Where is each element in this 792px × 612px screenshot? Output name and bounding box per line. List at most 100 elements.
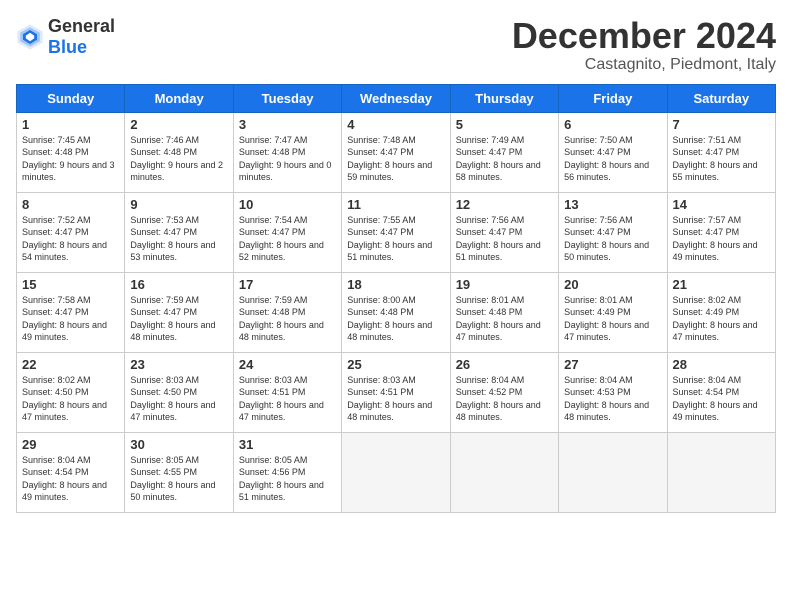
day-number: 18 (347, 277, 444, 292)
table-row: 10 Sunrise: 7:54 AM Sunset: 4:47 PM Dayl… (233, 192, 341, 272)
title-block: December 2024 Castagnito, Piedmont, Ital… (512, 16, 776, 74)
day-info: Sunrise: 8:03 AM Sunset: 4:51 PM Dayligh… (239, 374, 336, 424)
day-info: Sunrise: 7:58 AM Sunset: 4:47 PM Dayligh… (22, 294, 119, 344)
day-info: Sunrise: 8:04 AM Sunset: 4:54 PM Dayligh… (22, 454, 119, 504)
day-number: 1 (22, 117, 119, 132)
day-info: Sunrise: 7:45 AM Sunset: 4:48 PM Dayligh… (22, 134, 119, 184)
day-number: 30 (130, 437, 227, 452)
logo-general-text: General (48, 16, 115, 36)
day-info: Sunrise: 7:55 AM Sunset: 4:47 PM Dayligh… (347, 214, 444, 264)
day-info: Sunrise: 8:02 AM Sunset: 4:50 PM Dayligh… (22, 374, 119, 424)
table-row (667, 432, 775, 512)
day-info: Sunrise: 8:04 AM Sunset: 4:53 PM Dayligh… (564, 374, 661, 424)
day-info: Sunrise: 7:51 AM Sunset: 4:47 PM Dayligh… (673, 134, 770, 184)
table-row: 7 Sunrise: 7:51 AM Sunset: 4:47 PM Dayli… (667, 112, 775, 192)
day-info: Sunrise: 7:53 AM Sunset: 4:47 PM Dayligh… (130, 214, 227, 264)
day-info: Sunrise: 7:50 AM Sunset: 4:47 PM Dayligh… (564, 134, 661, 184)
day-number: 25 (347, 357, 444, 372)
day-number: 10 (239, 197, 336, 212)
table-row: 22 Sunrise: 8:02 AM Sunset: 4:50 PM Dayl… (17, 352, 125, 432)
day-info: Sunrise: 7:56 AM Sunset: 4:47 PM Dayligh… (456, 214, 553, 264)
table-row: 5 Sunrise: 7:49 AM Sunset: 4:47 PM Dayli… (450, 112, 558, 192)
day-number: 23 (130, 357, 227, 372)
table-row: 19 Sunrise: 8:01 AM Sunset: 4:48 PM Dayl… (450, 272, 558, 352)
location-text: Castagnito, Piedmont, Italy (512, 56, 776, 74)
day-number: 7 (673, 117, 770, 132)
day-info: Sunrise: 8:01 AM Sunset: 4:48 PM Dayligh… (456, 294, 553, 344)
logo: General Blue (16, 16, 115, 58)
table-row: 27 Sunrise: 8:04 AM Sunset: 4:53 PM Dayl… (559, 352, 667, 432)
day-number: 9 (130, 197, 227, 212)
day-number: 29 (22, 437, 119, 452)
table-row: 3 Sunrise: 7:47 AM Sunset: 4:48 PM Dayli… (233, 112, 341, 192)
table-row: 4 Sunrise: 7:48 AM Sunset: 4:47 PM Dayli… (342, 112, 450, 192)
day-info: Sunrise: 7:56 AM Sunset: 4:47 PM Dayligh… (564, 214, 661, 264)
day-number: 31 (239, 437, 336, 452)
day-number: 11 (347, 197, 444, 212)
calendar-week-row: 29 Sunrise: 8:04 AM Sunset: 4:54 PM Dayl… (17, 432, 776, 512)
month-title: December 2024 (512, 16, 776, 56)
day-info: Sunrise: 8:03 AM Sunset: 4:51 PM Dayligh… (347, 374, 444, 424)
day-info: Sunrise: 7:47 AM Sunset: 4:48 PM Dayligh… (239, 134, 336, 184)
table-row: 29 Sunrise: 8:04 AM Sunset: 4:54 PM Dayl… (17, 432, 125, 512)
day-info: Sunrise: 7:49 AM Sunset: 4:47 PM Dayligh… (456, 134, 553, 184)
table-row: 2 Sunrise: 7:46 AM Sunset: 4:48 PM Dayli… (125, 112, 233, 192)
table-row: 14 Sunrise: 7:57 AM Sunset: 4:47 PM Dayl… (667, 192, 775, 272)
table-row: 31 Sunrise: 8:05 AM Sunset: 4:56 PM Dayl… (233, 432, 341, 512)
day-number: 17 (239, 277, 336, 292)
table-row: 6 Sunrise: 7:50 AM Sunset: 4:47 PM Dayli… (559, 112, 667, 192)
day-number: 22 (22, 357, 119, 372)
table-row (342, 432, 450, 512)
col-friday: Friday (559, 84, 667, 112)
table-row: 23 Sunrise: 8:03 AM Sunset: 4:50 PM Dayl… (125, 352, 233, 432)
day-number: 19 (456, 277, 553, 292)
day-info: Sunrise: 8:05 AM Sunset: 4:55 PM Dayligh… (130, 454, 227, 504)
col-sunday: Sunday (17, 84, 125, 112)
table-row: 13 Sunrise: 7:56 AM Sunset: 4:47 PM Dayl… (559, 192, 667, 272)
col-saturday: Saturday (667, 84, 775, 112)
day-number: 14 (673, 197, 770, 212)
calendar-table: Sunday Monday Tuesday Wednesday Thursday… (16, 84, 776, 513)
day-number: 24 (239, 357, 336, 372)
table-row: 24 Sunrise: 8:03 AM Sunset: 4:51 PM Dayl… (233, 352, 341, 432)
table-row: 1 Sunrise: 7:45 AM Sunset: 4:48 PM Dayli… (17, 112, 125, 192)
day-number: 12 (456, 197, 553, 212)
day-info: Sunrise: 8:00 AM Sunset: 4:48 PM Dayligh… (347, 294, 444, 344)
table-row (450, 432, 558, 512)
table-row: 9 Sunrise: 7:53 AM Sunset: 4:47 PM Dayli… (125, 192, 233, 272)
day-info: Sunrise: 7:59 AM Sunset: 4:48 PM Dayligh… (239, 294, 336, 344)
day-number: 15 (22, 277, 119, 292)
day-number: 8 (22, 197, 119, 212)
logo-icon (16, 23, 44, 51)
day-info: Sunrise: 8:02 AM Sunset: 4:49 PM Dayligh… (673, 294, 770, 344)
col-thursday: Thursday (450, 84, 558, 112)
day-info: Sunrise: 7:54 AM Sunset: 4:47 PM Dayligh… (239, 214, 336, 264)
table-row: 21 Sunrise: 8:02 AM Sunset: 4:49 PM Dayl… (667, 272, 775, 352)
table-row: 20 Sunrise: 8:01 AM Sunset: 4:49 PM Dayl… (559, 272, 667, 352)
day-number: 13 (564, 197, 661, 212)
day-info: Sunrise: 7:57 AM Sunset: 4:47 PM Dayligh… (673, 214, 770, 264)
day-number: 26 (456, 357, 553, 372)
day-info: Sunrise: 8:01 AM Sunset: 4:49 PM Dayligh… (564, 294, 661, 344)
table-row: 11 Sunrise: 7:55 AM Sunset: 4:47 PM Dayl… (342, 192, 450, 272)
day-number: 27 (564, 357, 661, 372)
day-info: Sunrise: 7:46 AM Sunset: 4:48 PM Dayligh… (130, 134, 227, 184)
table-row: 12 Sunrise: 7:56 AM Sunset: 4:47 PM Dayl… (450, 192, 558, 272)
logo-blue-text: Blue (48, 37, 87, 57)
table-row: 30 Sunrise: 8:05 AM Sunset: 4:55 PM Dayl… (125, 432, 233, 512)
table-row: 17 Sunrise: 7:59 AM Sunset: 4:48 PM Dayl… (233, 272, 341, 352)
day-number: 21 (673, 277, 770, 292)
table-row: 18 Sunrise: 8:00 AM Sunset: 4:48 PM Dayl… (342, 272, 450, 352)
table-row: 26 Sunrise: 8:04 AM Sunset: 4:52 PM Dayl… (450, 352, 558, 432)
calendar-week-row: 15 Sunrise: 7:58 AM Sunset: 4:47 PM Dayl… (17, 272, 776, 352)
col-monday: Monday (125, 84, 233, 112)
table-row: 8 Sunrise: 7:52 AM Sunset: 4:47 PM Dayli… (17, 192, 125, 272)
day-info: Sunrise: 8:04 AM Sunset: 4:52 PM Dayligh… (456, 374, 553, 424)
page-header: General Blue December 2024 Castagnito, P… (16, 16, 776, 74)
calendar-header-row: Sunday Monday Tuesday Wednesday Thursday… (17, 84, 776, 112)
col-wednesday: Wednesday (342, 84, 450, 112)
day-info: Sunrise: 8:05 AM Sunset: 4:56 PM Dayligh… (239, 454, 336, 504)
day-info: Sunrise: 7:52 AM Sunset: 4:47 PM Dayligh… (22, 214, 119, 264)
day-number: 20 (564, 277, 661, 292)
day-number: 6 (564, 117, 661, 132)
